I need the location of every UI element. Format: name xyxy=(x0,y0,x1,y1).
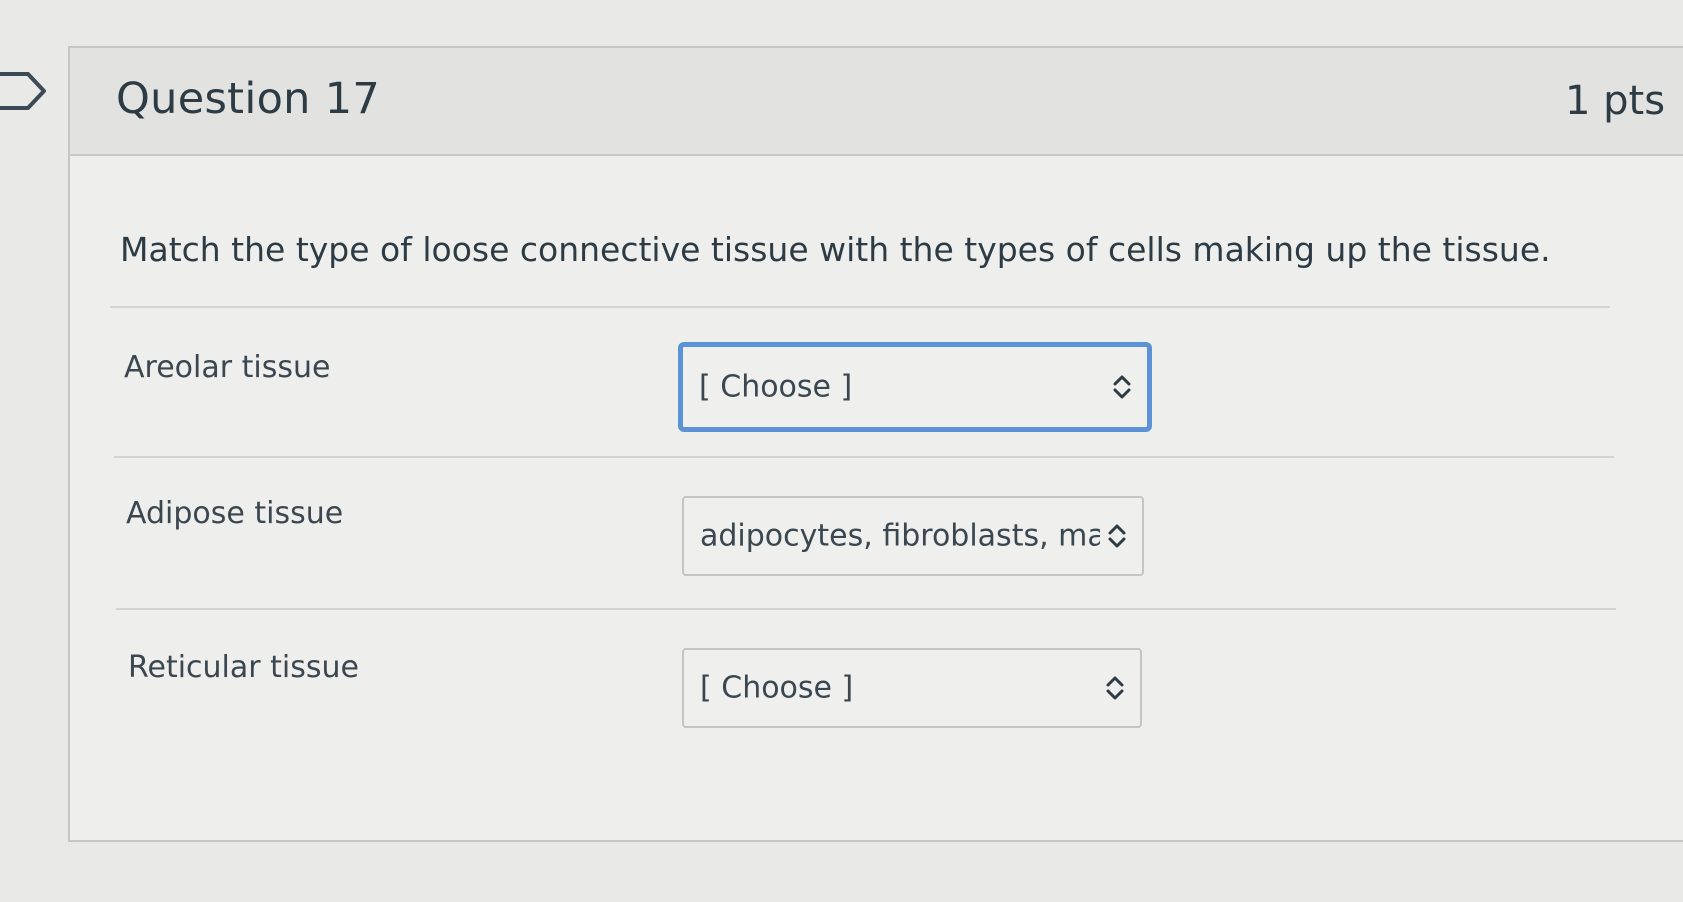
flag-question-icon[interactable] xyxy=(0,72,48,110)
answer-select-areolar[interactable]: [ Choose ] xyxy=(678,342,1152,432)
answer-select-reticular[interactable]: [ Choose ] xyxy=(682,648,1142,728)
divider xyxy=(110,306,1610,308)
answer-select-adipose[interactable]: adipocytes, fibroblasts, macroph xyxy=(682,496,1144,576)
question-title: Question 17 xyxy=(116,74,381,124)
chevron-up-down-icon xyxy=(1108,524,1126,548)
select-value: [ Choose ] xyxy=(699,369,853,405)
divider xyxy=(116,608,1616,610)
question-points: 1 pts xyxy=(1565,78,1666,124)
question-header: Question 17 1 pts xyxy=(70,48,1683,156)
chevron-up-down-icon xyxy=(1106,676,1124,700)
question-prompt: Match the type of loose connective tissu… xyxy=(120,230,1551,269)
select-value: adipocytes, fibroblasts, macroph xyxy=(700,518,1100,554)
row-label-areolar: Areolar tissue xyxy=(124,350,331,385)
chevron-up-down-icon xyxy=(1113,375,1131,399)
divider xyxy=(114,456,1614,458)
select-value: [ Choose ] xyxy=(700,670,854,706)
row-label-adipose: Adipose tissue xyxy=(126,496,344,531)
question-card: Question 17 1 pts Match the type of loos… xyxy=(68,46,1683,842)
row-label-reticular: Reticular tissue xyxy=(128,650,359,685)
